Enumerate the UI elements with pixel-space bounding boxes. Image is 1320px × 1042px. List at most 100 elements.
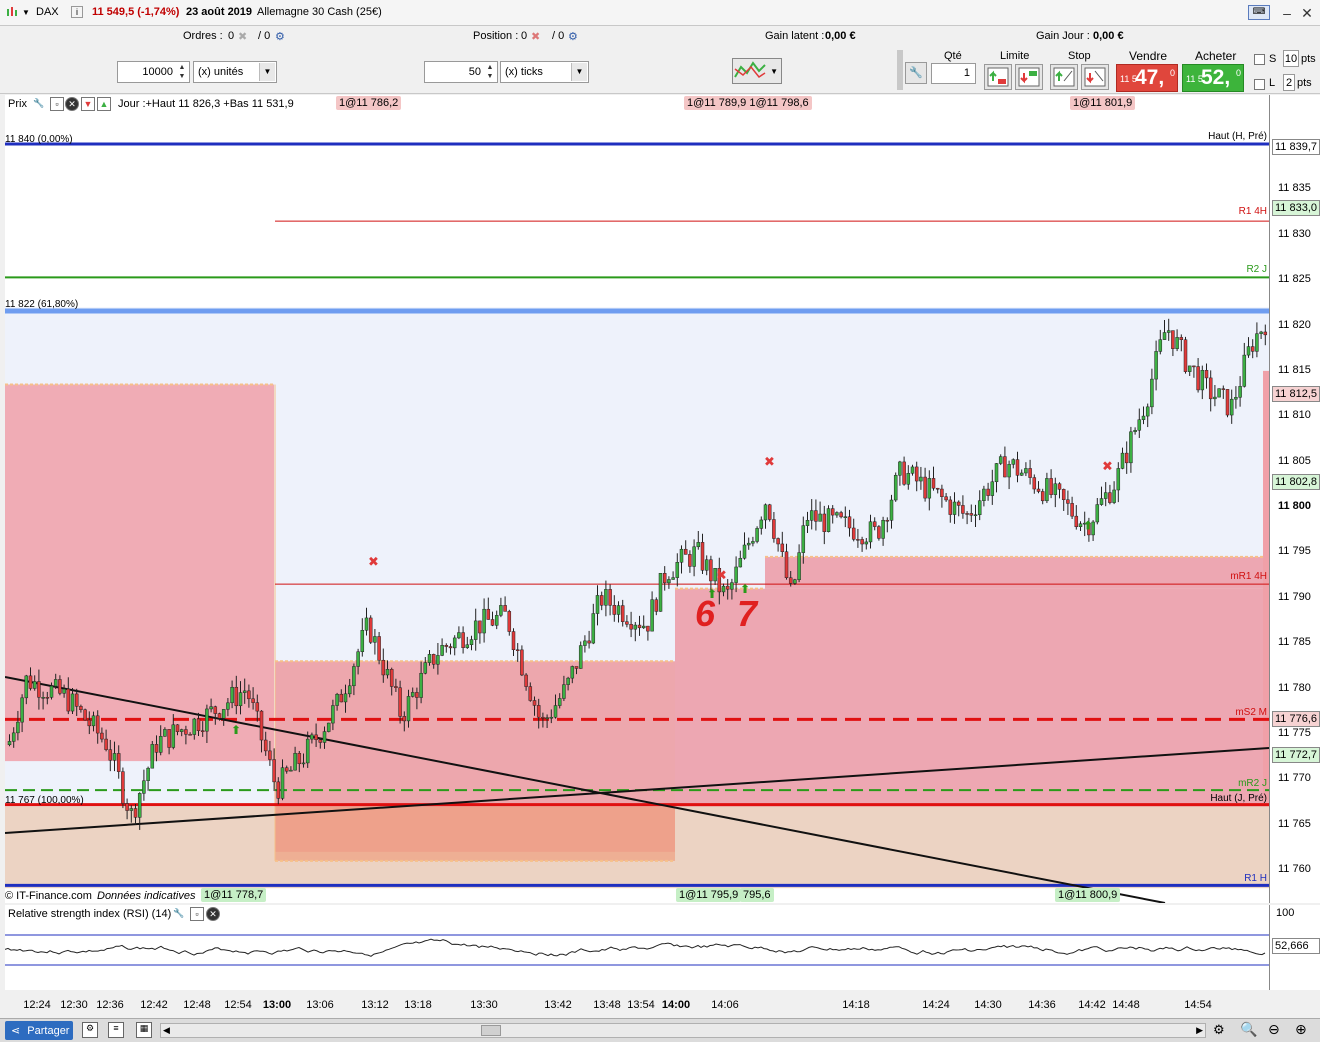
position-close-icon[interactable]: ✖	[531, 30, 540, 43]
close-panel-icon[interactable]: ✕	[65, 97, 79, 111]
quantity-unit-select[interactable]: (x) unités ▼	[193, 61, 277, 83]
price-scale[interactable]: 11 835 11 830 11 825 11 820 11 815 11 810 11 8…	[1269, 95, 1320, 903]
candle-body	[1036, 488, 1041, 492]
time-tick: 14:24	[922, 999, 950, 1011]
candle-body	[192, 718, 197, 735]
candle-body	[343, 693, 348, 703]
candle-body	[616, 605, 621, 615]
list-icon[interactable]: ≡	[108, 1022, 124, 1038]
candle-body	[79, 706, 83, 710]
close-button[interactable]: ✕	[1298, 4, 1316, 22]
candle-body	[486, 608, 491, 620]
order-panel-grip[interactable]	[897, 50, 903, 90]
candle-body	[1171, 330, 1175, 349]
orders-cancel-icon[interactable]: ✖	[238, 30, 247, 43]
strategy-button[interactable]: ▼	[732, 58, 782, 84]
grid-icon[interactable]: ▦	[136, 1022, 152, 1038]
buy-order-icon[interactable]: ▲	[97, 97, 111, 111]
price-chart-canvas[interactable]: ✖✖✖✖⬆⬆ ⬆⬆	[5, 95, 1269, 903]
limit-buy-button[interactable]	[984, 64, 1012, 90]
rsi-canvas[interactable]	[5, 905, 1269, 990]
price-badge: 11 802,8	[1272, 473, 1320, 490]
keyboard-icon[interactable]: ⌨	[1248, 5, 1270, 20]
quantity-stepper[interactable]: 10000 ▲ ▼	[117, 61, 190, 83]
rsi-panel[interactable]: Relative strength index (RSI) (14) 🔧 ▫ ✕	[5, 905, 1269, 990]
gain-jour-label: Gain Jour :	[1036, 30, 1090, 42]
candle-body	[851, 527, 856, 540]
minimize-button[interactable]: –	[1278, 4, 1296, 22]
zoom-in-icon[interactable]: ⊕	[1295, 1021, 1307, 1038]
instrument-name[interactable]: DAX	[36, 6, 59, 18]
candle-body	[923, 476, 927, 499]
stop-sell-button[interactable]	[1081, 64, 1109, 90]
position-total: / 0	[552, 30, 565, 42]
sell-order-icon[interactable]: ▼	[81, 97, 95, 111]
chevron-down-icon[interactable]: ▼	[259, 63, 275, 81]
l-pts-input[interactable]: 2	[1283, 74, 1295, 91]
candle-body	[1024, 468, 1028, 474]
candle-body	[66, 688, 71, 712]
price-badge: 11 839,7	[1272, 138, 1320, 155]
buy-button[interactable]: 11 5 52, 0	[1182, 64, 1244, 92]
horizontal-scrollbar[interactable]: ◀ ▶	[160, 1023, 1206, 1038]
workspace-icon[interactable]: ⚙	[82, 1022, 98, 1038]
trade-tag[interactable]: 1@11 801,9	[1070, 96, 1136, 110]
chevron-down-icon[interactable]: ▼	[770, 67, 778, 76]
scroll-right-icon[interactable]: ▶	[1196, 1025, 1203, 1036]
candle-body	[1204, 370, 1209, 379]
stepper-arrows-icon[interactable]: ▲ ▼	[484, 63, 496, 81]
position-settings-icon[interactable]: ⚙	[568, 30, 578, 43]
zoom-out-icon[interactable]: ⊖	[1268, 1021, 1280, 1038]
share-button[interactable]: ⋖ Partager	[5, 1021, 73, 1040]
trade-tag[interactable]: 1@11 778,7	[201, 888, 267, 902]
sell-button[interactable]: 11 5 47, 0	[1116, 64, 1178, 92]
orders-settings-icon[interactable]: ⚙	[275, 30, 285, 43]
qte-input[interactable]: 1	[931, 63, 976, 84]
info-icon[interactable]: i	[71, 6, 83, 18]
ticks-stepper[interactable]: 50 ▲ ▼	[424, 61, 498, 83]
buy-limit-icon	[987, 67, 1009, 87]
candle-body	[494, 615, 499, 626]
candle-body	[226, 702, 230, 710]
wrench-button[interactable]: 🔧	[905, 62, 927, 84]
s-checkbox[interactable]	[1254, 54, 1265, 65]
candle-body	[591, 613, 596, 644]
s-pts-input[interactable]: 10	[1283, 50, 1299, 67]
scroll-left-icon[interactable]: ◀	[163, 1025, 170, 1036]
price-tick: 11 760	[1278, 863, 1311, 875]
exit-marker-icon: ✖	[1102, 460, 1113, 475]
candle-body	[268, 750, 272, 760]
l-label: L	[1269, 77, 1276, 89]
zoom-fit-icon[interactable]: 🔍	[1240, 1021, 1257, 1038]
chevron-down-icon[interactable]: ▼	[571, 63, 587, 81]
candle-body	[364, 617, 369, 631]
candle-body	[146, 767, 150, 781]
trade-tag[interactable]: 1@11 789,9 1@11 798,6	[684, 96, 812, 110]
candle-body	[515, 649, 520, 651]
scroll-thumb[interactable]	[481, 1025, 501, 1036]
trade-tag[interactable]: 795,6	[740, 888, 774, 902]
candle-body	[948, 499, 953, 515]
chart-settings-icon[interactable]: ⚙	[1213, 1022, 1225, 1038]
price-chart[interactable]: ✖ ✖ ✖ ✖ ⬆ ⬆ ⬆ ⬆ Prix 🔧 ▫ ✕ ▼ ▲ Jour :+Haut 11 8…	[5, 95, 1269, 903]
candle-body	[74, 693, 79, 707]
trade-tag[interactable]: 1@11 786,2	[336, 96, 402, 110]
stop-buy-button[interactable]	[1050, 64, 1078, 90]
candle-body	[730, 582, 734, 590]
trade-tag[interactable]: 1@11 800,9	[1055, 888, 1121, 902]
limit-sell-button[interactable]	[1015, 64, 1043, 90]
candle-body	[1259, 331, 1263, 334]
time-tick: 13:54	[627, 999, 655, 1011]
candle-body	[1158, 339, 1163, 352]
candle-body	[230, 686, 234, 704]
maximize-icon[interactable]: ▫	[50, 97, 64, 111]
stepper-arrows-icon[interactable]: ▲ ▼	[176, 63, 188, 81]
wrench-icon[interactable]: 🔧	[32, 97, 46, 111]
candle-body	[709, 559, 713, 582]
ticks-unit-select[interactable]: (x) ticks ▼	[500, 61, 589, 83]
trade-tag[interactable]: 1@11 795,9	[676, 888, 742, 902]
l-checkbox[interactable]	[1254, 79, 1265, 90]
fib-level-label: 11 822 (61,80%)	[5, 299, 79, 310]
dropdown-arrow-icon[interactable]: ▼	[22, 8, 30, 17]
time-axis[interactable]: 12:24 12:30 12:36 12:42 12:48 12:54 13:00 13:06…	[5, 990, 1269, 1018]
